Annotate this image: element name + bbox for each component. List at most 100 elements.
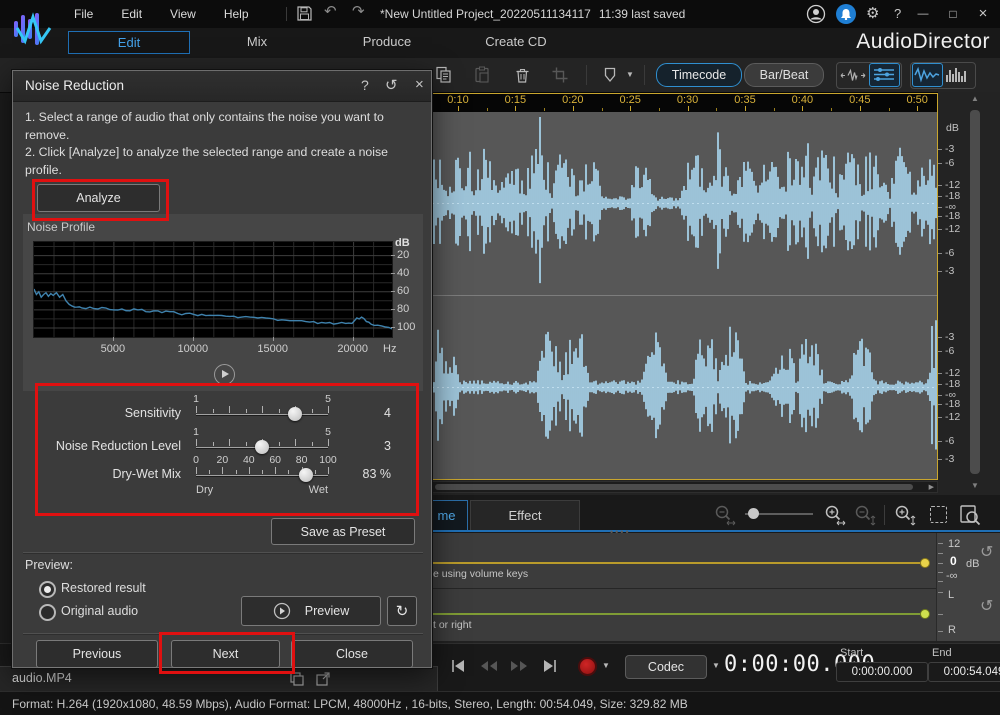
timecode-button[interactable]: Timecode xyxy=(656,63,742,87)
slider-tick xyxy=(196,406,197,413)
zoom-to-selection-icon[interactable] xyxy=(930,506,947,523)
notification-bell-icon[interactable] xyxy=(836,4,856,24)
timeline-tick-minor xyxy=(602,108,603,111)
codec-button[interactable]: Codec xyxy=(625,655,707,679)
waveform-channel-2[interactable] xyxy=(432,296,937,479)
dialog-reset-icon[interactable]: ↺ xyxy=(385,76,398,94)
save-icon[interactable] xyxy=(296,5,313,27)
pan-reset-icon[interactable]: ↺ xyxy=(980,596,993,616)
marker-icon[interactable] xyxy=(600,65,620,90)
marker-dropdown-icon[interactable]: ▼ xyxy=(626,70,634,79)
volume-envelope-point[interactable] xyxy=(920,558,930,568)
help-icon[interactable]: ? xyxy=(894,6,901,21)
next-button[interactable]: Next xyxy=(171,640,280,668)
maximize-button[interactable]: □ xyxy=(940,0,966,28)
close-dialog-button[interactable]: Close xyxy=(291,640,413,668)
vertical-scrollbar[interactable]: ▲ ▼ xyxy=(968,92,983,492)
tab-mix[interactable]: Mix xyxy=(247,34,267,49)
record-button[interactable] xyxy=(578,657,597,676)
timeline-tick-major xyxy=(573,106,574,111)
slider-handle-1[interactable] xyxy=(255,440,269,454)
separator xyxy=(586,65,587,85)
hscroll-handle[interactable] xyxy=(435,484,913,490)
previous-button[interactable]: Previous xyxy=(36,640,158,668)
slider-tick xyxy=(213,409,214,413)
delete-trash-icon[interactable] xyxy=(512,65,532,90)
meter-tick xyxy=(938,337,942,338)
meter-tick xyxy=(938,149,942,150)
radio-original-audio[interactable] xyxy=(39,604,56,621)
menu-edit[interactable]: Edit xyxy=(107,0,156,28)
undo-icon[interactable]: ↶ xyxy=(324,2,337,20)
zoom-in-vertical-icon[interactable] xyxy=(892,503,918,527)
volume-reset-icon[interactable]: ↺ xyxy=(980,542,993,562)
radio-restored-result[interactable] xyxy=(39,581,56,598)
chart-y-tick xyxy=(391,273,395,274)
spectral-view-toggle-icon[interactable] xyxy=(944,66,970,90)
save-as-preset-button[interactable]: Save as Preset xyxy=(271,518,415,545)
tab-edit[interactable]: Edit xyxy=(68,31,190,54)
duplicate-icon[interactable] xyxy=(288,670,306,693)
skip-to-end-button[interactable] xyxy=(540,657,560,680)
tab-produce[interactable]: Produce xyxy=(363,34,411,49)
horizontal-scrollbar[interactable]: ▶ xyxy=(432,481,938,493)
slider-scale-label: 40 xyxy=(239,454,259,466)
hscroll-right-arrow-icon[interactable]: ▶ xyxy=(929,483,934,492)
settings-gear-icon[interactable]: ⚙ xyxy=(866,4,879,22)
volume-scale-tick xyxy=(938,563,943,564)
record-dropdown-icon[interactable]: ▼ xyxy=(602,661,610,670)
analyze-button[interactable]: Analyze xyxy=(37,184,160,212)
menu-view[interactable]: View xyxy=(156,0,210,28)
tab-create-cd[interactable]: Create CD xyxy=(485,34,546,49)
dialog-close-icon[interactable]: × xyxy=(415,76,424,93)
export-open-icon[interactable] xyxy=(314,670,332,693)
menu-help[interactable]: Help xyxy=(210,0,263,28)
codec-dropdown-icon[interactable]: ▼ xyxy=(712,661,720,670)
tab-effect[interactable]: Effect xyxy=(470,500,580,530)
redo-icon[interactable]: ↷ xyxy=(352,2,365,20)
timeline-ruler[interactable]: 0:100:150:200:250:300:350:400:450:50 xyxy=(432,92,938,112)
chart-y-label: 100 xyxy=(397,321,415,333)
copy-icon[interactable] xyxy=(434,65,454,90)
zoom-in-horizontal-icon[interactable] xyxy=(822,503,848,527)
account-icon[interactable] xyxy=(806,4,826,29)
saved-status: 11:39 last saved xyxy=(599,7,686,21)
start-time-field[interactable]: 0:00:00.000 xyxy=(836,662,928,682)
wave-fit-toggle-icon[interactable] xyxy=(839,66,867,90)
preview-loop-button[interactable]: ↻ xyxy=(387,596,417,626)
noise-profile-label: Noise Profile xyxy=(27,220,95,234)
vscroll-down-arrow-icon[interactable]: ▼ xyxy=(971,481,979,490)
barbeat-button[interactable]: Bar/Beat xyxy=(744,63,824,87)
end-time-field[interactable]: 0:00:54.049 xyxy=(928,662,1000,682)
mixer-view-toggle-icon[interactable] xyxy=(869,63,900,87)
slider-track-0[interactable] xyxy=(196,414,328,415)
project-title: *New Untitled Project_20220511134117 11:3… xyxy=(380,7,685,21)
profile-play-button[interactable] xyxy=(214,364,235,385)
preview-button[interactable]: Preview xyxy=(241,596,381,626)
timeline-tick-minor xyxy=(774,108,775,111)
close-button[interactable]: × xyxy=(970,0,996,28)
slider-scale-label: 100 xyxy=(318,454,338,466)
menu-file[interactable]: File xyxy=(60,0,107,28)
waveform-channel-1[interactable] xyxy=(432,112,937,295)
zoom-slider-handle[interactable] xyxy=(748,508,759,519)
fast-forward-button[interactable] xyxy=(508,657,530,680)
waveform-view-toggle-icon[interactable] xyxy=(912,63,943,87)
crop-trim-icon[interactable] xyxy=(550,65,570,90)
vscroll-up-arrow-icon[interactable]: ▲ xyxy=(971,94,979,103)
rewind-button[interactable] xyxy=(478,657,500,680)
volume-envelope-line[interactable] xyxy=(427,562,925,564)
timeline-label: 0:40 xyxy=(782,94,822,106)
dialog-help-icon[interactable]: ? xyxy=(361,77,369,93)
slider-handle-0[interactable] xyxy=(288,407,302,421)
timeline-tick-minor xyxy=(487,108,488,111)
minimize-button[interactable]: — xyxy=(910,0,936,28)
slider-handle-2[interactable] xyxy=(299,468,313,482)
vscroll-handle[interactable] xyxy=(970,110,980,474)
pan-envelope-line[interactable] xyxy=(427,613,925,615)
pan-envelope-point[interactable] xyxy=(920,609,930,619)
project-title-text: *New Untitled Project_20220511134117 xyxy=(380,7,591,21)
preview-zoom-icon[interactable] xyxy=(958,503,984,527)
paste-icon[interactable] xyxy=(472,65,492,90)
skip-to-start-button[interactable] xyxy=(448,657,468,680)
